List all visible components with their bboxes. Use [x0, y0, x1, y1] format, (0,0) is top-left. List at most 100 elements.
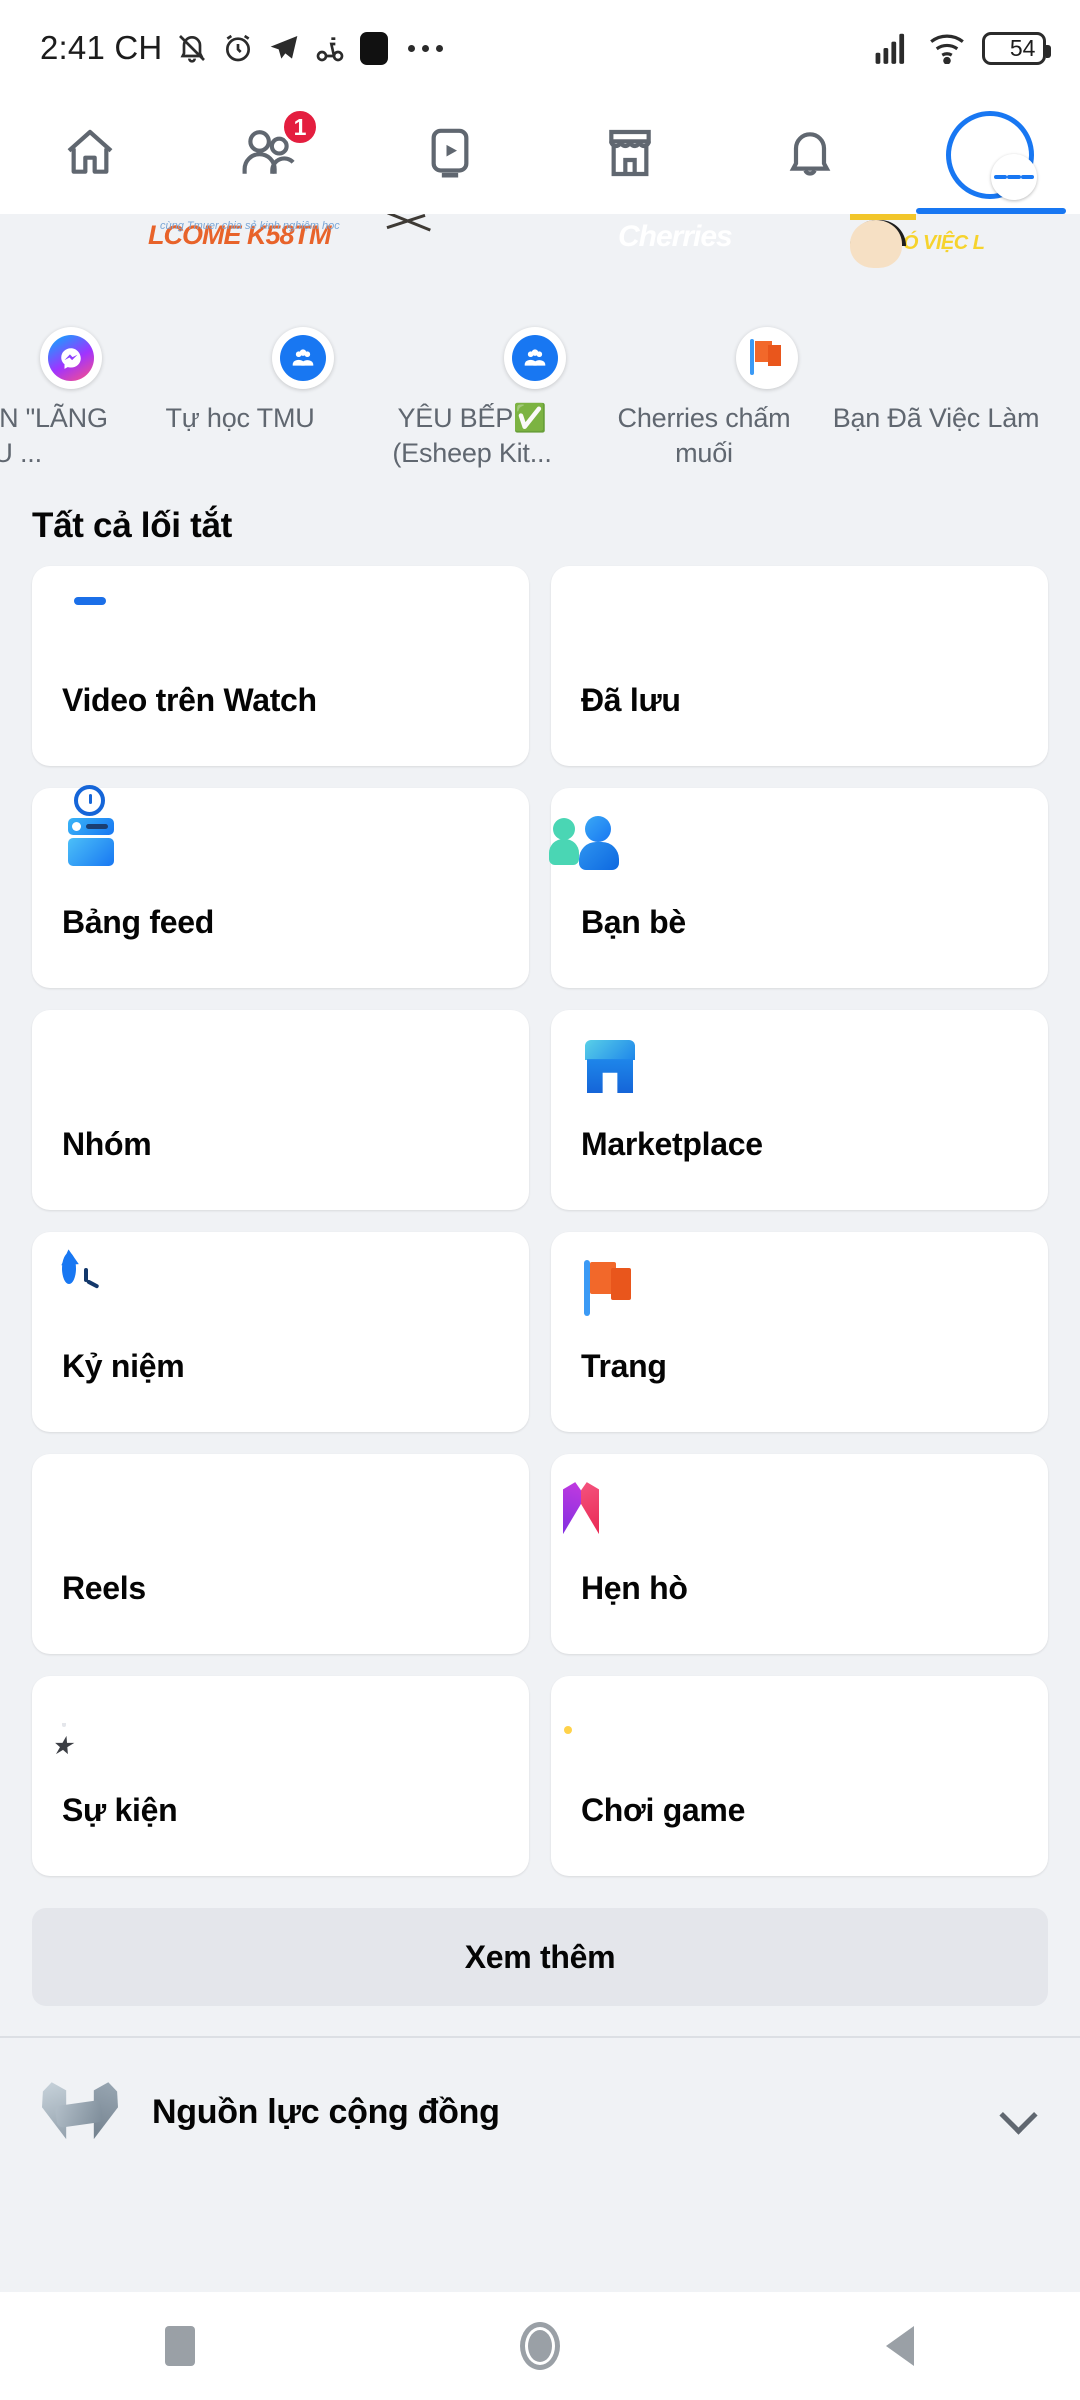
- scooter-icon: [314, 32, 346, 64]
- status-time: 2:41 CH: [40, 29, 163, 66]
- facebook-top-nav: 1: [0, 96, 1080, 214]
- tile-label: Bảng feed: [62, 904, 214, 941]
- battery-indicator: 54: [982, 31, 1051, 65]
- see-more-wrap: Xem thêm: [0, 1876, 1080, 2036]
- nav-home[interactable]: [15, 96, 165, 214]
- page-title: Tất cả lối tắt: [32, 506, 233, 546]
- nav-friends[interactable]: 1: [195, 96, 345, 214]
- hamburger-menu-icon: [991, 154, 1037, 200]
- tile-dating[interactable]: Hẹn hò: [551, 1454, 1048, 1655]
- shortcut-thumb-wrap: [386, 214, 566, 389]
- marketplace-icon: [581, 1038, 643, 1100]
- tile-feeds[interactable]: Bảng feed: [32, 785, 529, 989]
- telegram-icon: [268, 32, 300, 64]
- watch-icon: [62, 594, 124, 656]
- nav-marketplace[interactable]: [555, 96, 705, 214]
- events-calendar-icon: ★: [51, 1704, 124, 1766]
- community-resources-label: Nguồn lực cộng đồng: [152, 2092, 500, 2131]
- shortcut-item[interactable]: LCOME K58TM cùng Tmuer chia sẻ kinh nghi…: [124, 220, 356, 470]
- tile-gaming[interactable]: Chơi game: [551, 1676, 1048, 1877]
- tile-label: Trang: [581, 1348, 667, 1385]
- dating-heart-icon: [563, 1482, 643, 1544]
- android-home-button[interactable]: [440, 2292, 640, 2400]
- bell-icon: [782, 125, 838, 186]
- friends-icon: [549, 816, 643, 878]
- shortcut-strip[interactable]: 2/2022 SỰ KIỆN "LÃNG DU ... LCOME K58TM …: [0, 214, 1080, 481]
- app-square-icon: [360, 31, 389, 65]
- wifi-icon: [928, 32, 966, 64]
- nav-profile-menu[interactable]: [915, 96, 1065, 214]
- group-icon: [504, 327, 566, 389]
- community-resources-row[interactable]: Nguồn lực cộng đồng: [0, 2038, 1080, 2187]
- tile-friends[interactable]: Bạn bè: [549, 788, 1048, 989]
- messenger-icon: [40, 327, 102, 389]
- tile-label: Kỷ niệm: [62, 1348, 185, 1385]
- bookmark-icon: [581, 594, 643, 656]
- tile-label: Nhóm: [62, 1126, 152, 1163]
- shortcut-thumb-wrap: 2/2022: [0, 220, 102, 389]
- signal-bars-icon: [874, 32, 912, 64]
- tile-label: Hẹn hò: [581, 1570, 688, 1607]
- nav-watch[interactable]: [375, 96, 525, 214]
- alarm-icon: [222, 31, 254, 65]
- tile-marketplace[interactable]: Marketplace: [551, 1010, 1048, 1211]
- memories-clock-icon: [56, 1249, 124, 1322]
- store-icon: [602, 125, 658, 186]
- groups-icon: [38, 1038, 124, 1100]
- android-recents-button[interactable]: [80, 2292, 280, 2400]
- avatar-menu-icon: [946, 111, 1037, 200]
- shortcut-tile-grid: Video trên Watch Đã lưu Bảng feed Bạn bè…: [0, 566, 1080, 1877]
- status-bar: 2:41 CH 54: [0, 0, 1080, 96]
- chevron-down-icon[interactable]: [998, 2092, 1038, 2132]
- shortcut-thumb-wrap: Cherries: [618, 220, 798, 389]
- pages-flag-icon: [581, 1260, 643, 1322]
- tile-label: Chơi game: [581, 1792, 746, 1829]
- tile-pages[interactable]: Trang: [551, 1232, 1048, 1433]
- tile-saved[interactable]: Đã lưu: [551, 566, 1048, 767]
- nav-notifications[interactable]: [735, 96, 885, 214]
- tile-label: Đã lưu: [581, 682, 681, 719]
- shortcut-item[interactable]: Cherries Cherries chấm muối: [588, 220, 820, 470]
- bell-muted-icon: [176, 31, 208, 65]
- reels-icon: [62, 1482, 124, 1544]
- shortcut-item[interactable]: YÊU BẾP✅ (Esheep Kit...: [356, 214, 588, 470]
- tile-video-watch[interactable]: Video trên Watch: [32, 566, 529, 767]
- tile-memories[interactable]: Kỷ niệm: [32, 1232, 529, 1433]
- battery-percent: 54: [1009, 34, 1036, 61]
- android-navigation-bar: [0, 2292, 1080, 2400]
- triangle-back-icon: [886, 2326, 914, 2366]
- more-dots-icon: [408, 44, 444, 52]
- friends-badge: 1: [281, 108, 319, 146]
- tile-groups[interactable]: Nhóm: [32, 1010, 529, 1211]
- tile-events[interactable]: ★ Sự kiện: [32, 1676, 529, 1877]
- shortcut-label: SỰ KIỆN "LÃNG DU ...: [0, 403, 108, 468]
- tile-reels[interactable]: Reels: [32, 1454, 529, 1655]
- shortcut-item[interactable]: ĐÃ CÓ VIỆC L Bạn Đã Việc Làm: [820, 214, 1052, 470]
- home-icon: [62, 125, 118, 186]
- see-more-button[interactable]: Xem thêm: [32, 1908, 1048, 2007]
- shortcut-label: YÊU BẾP✅ (Esheep Kit...: [392, 403, 552, 468]
- feeds-icon: [62, 785, 124, 878]
- status-bar-left: 2:41 CH: [40, 29, 444, 67]
- tile-label: Bạn bè: [581, 904, 686, 941]
- tile-label: Video trên Watch: [62, 682, 317, 719]
- shortcut-thumb-wrap: LCOME K58TM cùng Tmuer chia sẻ kinh nghi…: [148, 220, 340, 389]
- circle-icon: [520, 2322, 560, 2370]
- tile-label: Reels: [62, 1570, 146, 1607]
- shortcut-thumb-wrap: ĐÃ CÓ VIỆC L: [850, 214, 1022, 385]
- tile-label: Sự kiện: [62, 1792, 178, 1829]
- video-play-icon: [422, 125, 478, 186]
- square-icon: [165, 2326, 195, 2366]
- shortcut-label: Bạn Đã Việc Làm: [832, 403, 1040, 433]
- shortcut-item[interactable]: 2/2022 SỰ KIỆN "LÃNG DU ...: [0, 220, 124, 470]
- handshake-heart-icon: [42, 2077, 118, 2147]
- main-content: Tất cả lối tắt Video trên Watch Đã lưu B…: [0, 480, 1080, 2187]
- page-flag-icon: [736, 327, 798, 389]
- shortcut-label: Tự học TMU: [165, 403, 315, 433]
- android-back-button[interactable]: [800, 2292, 1000, 2400]
- status-bar-right: 54: [874, 31, 1051, 65]
- group-icon: [272, 327, 334, 389]
- tile-label: Marketplace: [581, 1126, 763, 1163]
- shortcut-label: Cherries chấm muối: [617, 403, 791, 468]
- gaming-controller-icon: [557, 1704, 643, 1766]
